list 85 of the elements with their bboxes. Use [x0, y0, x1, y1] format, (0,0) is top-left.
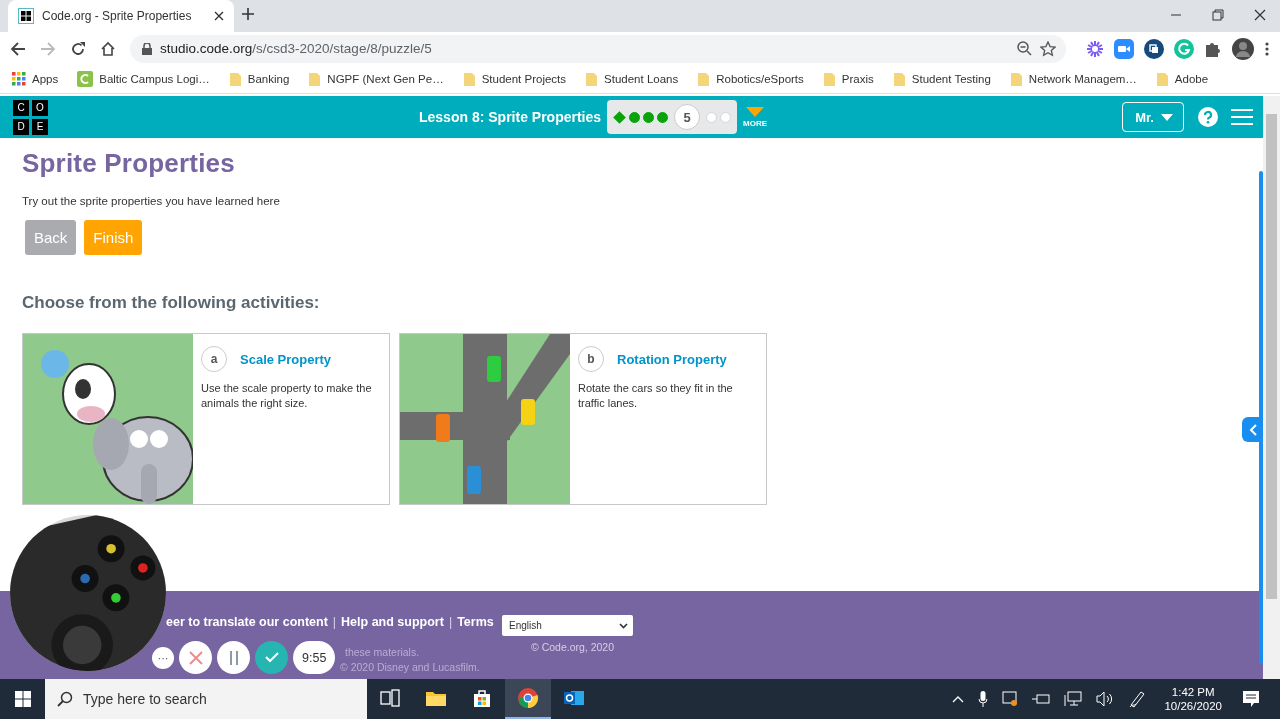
tab-title: Code.org - Sprite Properties: [42, 9, 193, 23]
bookmark-link[interactable]: Baltic Campus Logi…: [99, 73, 210, 85]
logo-tile: O: [32, 99, 48, 116]
caret-icon: [1161, 113, 1173, 121]
pause-icon: [228, 650, 239, 665]
burst-extension-icon[interactable]: [1086, 39, 1104, 58]
page-subtitle: Try out the sprite properties you have learned here: [22, 195, 281, 207]
page-title: Sprite Properties: [22, 148, 236, 179]
activity-card[interactable]: b Rotation Property Rotate the cars so they fit in the traffic lanes.: [399, 333, 767, 505]
menu-icon[interactable]: [1231, 108, 1253, 126]
mail-app-icon[interactable]: [563, 688, 585, 708]
section-heading: Choose from the following activities:: [22, 293, 321, 313]
chevron-up-icon[interactable]: [952, 695, 965, 703]
more-options-icon[interactable]: [1264, 40, 1270, 57]
close-icon: [188, 650, 203, 665]
activity-title: Rotation Property: [617, 351, 727, 367]
checkmark-icon: [264, 652, 279, 663]
windows-start-icon[interactable]: [14, 691, 31, 707]
activity-card[interactable]: a Scale Property Use the scale property to make the animals the right size.: [22, 333, 390, 505]
language-select[interactable]: English: [502, 615, 633, 636]
footer-link[interactable]: Help and support: [341, 615, 444, 629]
grid-favicon-icon: [18, 8, 34, 24]
star-icon[interactable]: [1040, 40, 1056, 57]
microphone-icon[interactable]: [978, 691, 989, 707]
bookmark-link[interactable]: Student Loans: [604, 73, 679, 85]
chrome-icon[interactable]: [517, 687, 539, 709]
taskbar-clock[interactable]: 1:42 PM 10/26/2020: [1164, 686, 1222, 712]
logo-tile: C: [13, 99, 29, 116]
footer-link[interactable]: Terms: [457, 615, 494, 629]
activity-description: Use the scale property to make the animals the right size.: [201, 381, 373, 411]
network-icon[interactable]: [1064, 691, 1083, 707]
bookmark-link[interactable]: NGPF (Next Gen Pe…: [327, 73, 444, 85]
home-icon[interactable]: [100, 40, 116, 57]
speaker-icon[interactable]: [1096, 691, 1115, 707]
logo-tile: D: [13, 118, 29, 135]
search-icon: [57, 691, 73, 707]
legal-text: these materials.: [345, 646, 420, 658]
taskbar-app[interactable]: [505, 679, 551, 719]
notifications-icon[interactable]: [1242, 690, 1260, 708]
new-tab-icon[interactable]: [242, 8, 254, 20]
bookmark-link[interactable]: Student Testing: [911, 73, 991, 85]
bookmark-link[interactable]: Adobe: [1174, 73, 1209, 85]
bookmark-link[interactable]: Banking: [247, 73, 290, 85]
close-icon[interactable]: [214, 11, 224, 21]
current-level-bubble[interactable]: 5: [674, 104, 701, 130]
address-bar[interactable]: studio.code.org/s/csd3-2020/stage/8/puzzle/5: [130, 34, 1066, 63]
reload-icon[interactable]: [70, 40, 86, 57]
folder-icon[interactable]: [425, 689, 447, 707]
task-view-icon[interactable]: [380, 689, 400, 707]
browser-tab[interactable]: Code.org - Sprite Properties: [8, 0, 234, 32]
activity-title: Scale Property: [240, 351, 332, 367]
bookmark-link[interactable]: Network Managem…: [1028, 73, 1137, 85]
avatar-icon[interactable]: [1232, 37, 1254, 60]
display-badge-icon[interactable]: [1002, 691, 1019, 707]
legal-text: © 2020 Disney and Lucasfilm.: [340, 661, 480, 673]
caret-icon: [746, 106, 765, 117]
url-text: studio.code.org/s/csd3-2020/stage/8/puzzle/5: [160, 41, 432, 56]
close-icon[interactable]: [1254, 9, 1266, 21]
help-icon[interactable]: [1198, 107, 1218, 127]
taskbar-search-field[interactable]: Type here to search: [45, 679, 367, 719]
bookmark-link[interactable]: Student Projects: [481, 73, 567, 85]
scrollbar[interactable]: [1263, 96, 1280, 679]
zoom-out-icon[interactable]: [1017, 41, 1032, 56]
restore-icon[interactable]: [1212, 9, 1224, 21]
video-camera-icon[interactable]: [1114, 38, 1134, 59]
copyright-text: © Code.org, 2020: [531, 641, 615, 653]
progress-dot[interactable]: [629, 111, 641, 123]
bookmark-link[interactable]: Apps: [32, 73, 59, 85]
pen-icon[interactable]: [1128, 690, 1147, 708]
bookmark-link[interactable]: Praxis: [841, 73, 874, 85]
bookmark-link[interactable]: Robotics/eSports: [716, 73, 804, 85]
shopping-bag-icon[interactable]: [472, 688, 492, 708]
power-plug-icon[interactable]: [1032, 692, 1051, 706]
progress-dot[interactable]: [643, 111, 655, 123]
back-icon[interactable]: [10, 40, 26, 57]
separator: |: [332, 615, 337, 629]
progress-dot[interactable]: [657, 111, 669, 123]
chevron-down-icon: [619, 622, 628, 629]
separator: |: [448, 615, 453, 629]
activity-description: Rotate the cars so they fit in the traffic lanes.: [578, 381, 734, 411]
screen-extension-icon[interactable]: [1144, 38, 1164, 59]
logo-tile: E: [32, 118, 48, 135]
apps-grid-icon[interactable]: [12, 72, 26, 86]
footer-link[interactable]: eer to translate our content: [166, 615, 328, 629]
lock-icon: [142, 42, 152, 55]
